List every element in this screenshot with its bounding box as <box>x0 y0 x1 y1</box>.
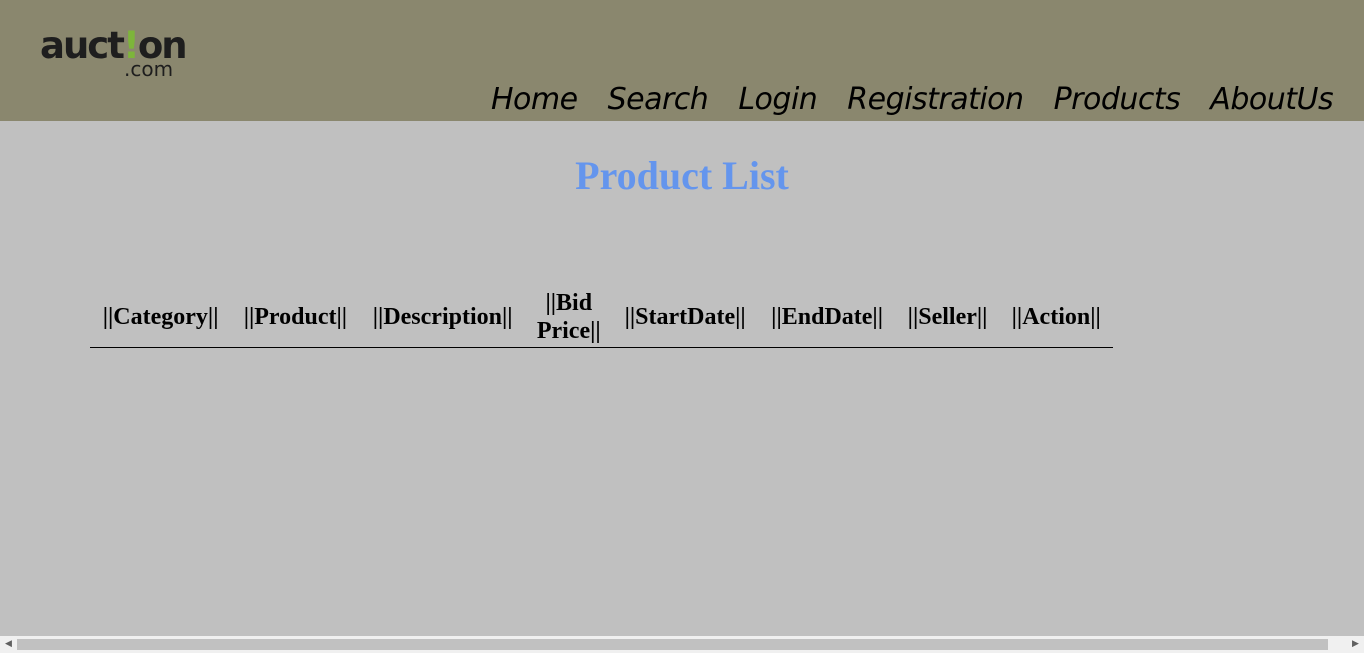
scroll-right-icon[interactable]: ▶ <box>1347 636 1364 653</box>
column-header-seller: ||Seller|| <box>895 287 1000 348</box>
column-header-product: ||Product|| <box>231 287 360 348</box>
auction-logo[interactable]: auct!on .com <box>40 26 190 84</box>
main-nav: Home Search Login Registration Products … <box>491 80 1363 120</box>
nav-aboutus[interactable]: AboutUs <box>1210 80 1333 120</box>
nav-home[interactable]: Home <box>491 80 578 120</box>
scroll-left-icon[interactable]: ◀ <box>0 636 17 653</box>
column-header-description: ||Description|| <box>359 287 526 348</box>
column-header-start-date: ||StartDate|| <box>611 287 759 348</box>
site-header: auct!on .com Home Search Login Registrat… <box>0 0 1364 121</box>
scrollbar-thumb[interactable] <box>17 639 1328 650</box>
nav-login[interactable]: Login <box>738 80 817 120</box>
nav-search[interactable]: Search <box>608 80 709 120</box>
column-header-bid-price: ||Bid Price|| <box>525 287 612 348</box>
horizontal-scrollbar[interactable]: ◀ ▶ <box>0 636 1364 653</box>
table-header-row: ||Category|| ||Product|| ||Description||… <box>90 287 1113 348</box>
product-table: ||Category|| ||Product|| ||Description||… <box>90 287 1113 348</box>
column-header-action: ||Action|| <box>999 287 1113 348</box>
column-header-category: ||Category|| <box>90 287 232 348</box>
column-header-end-date: ||EndDate|| <box>758 287 896 348</box>
nav-products[interactable]: Products <box>1054 80 1181 120</box>
logo-domain: .com <box>124 57 174 81</box>
page-title: Product List <box>575 153 789 198</box>
nav-registration[interactable]: Registration <box>847 80 1024 120</box>
